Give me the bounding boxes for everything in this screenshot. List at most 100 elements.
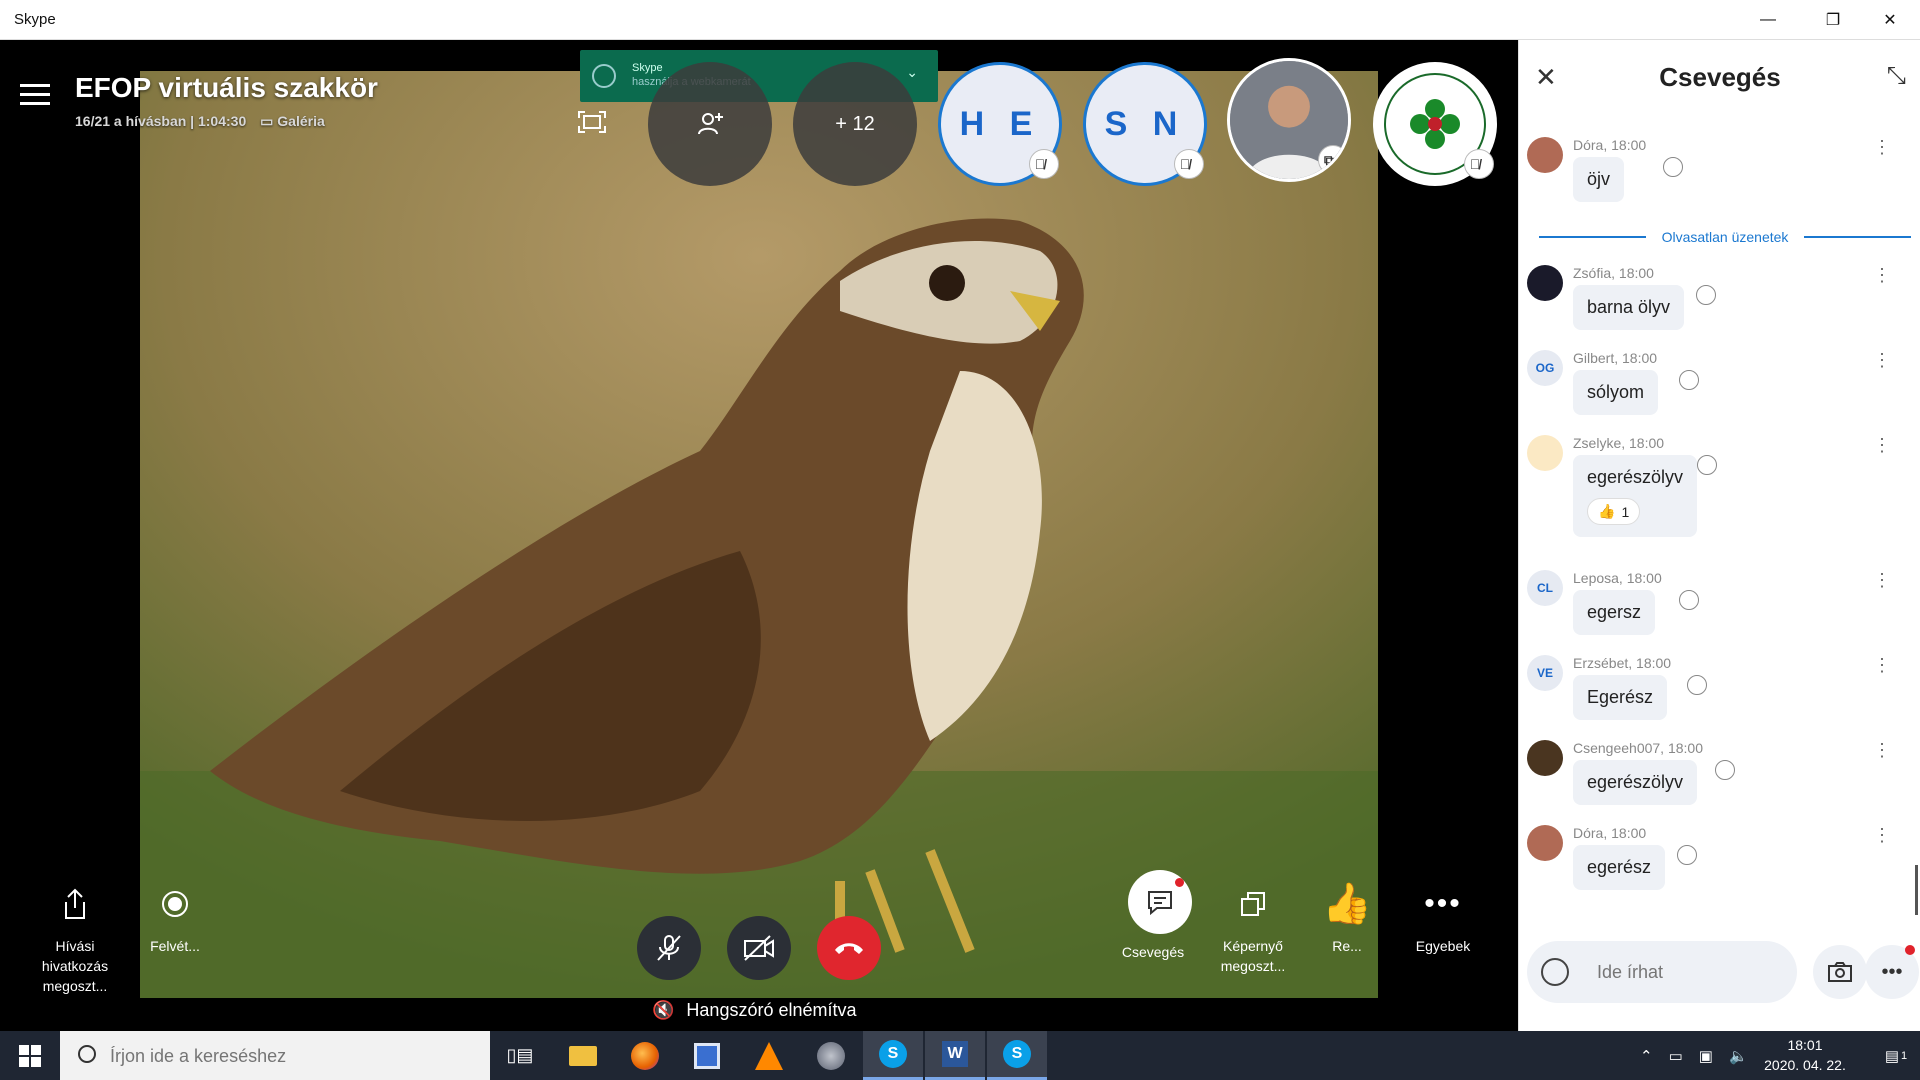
avatar[interactable] [1527,137,1563,173]
share-icon [25,880,125,928]
clock-date: 2020. 04. 22. [1764,1057,1846,1073]
add-reaction-icon[interactable] [1679,370,1699,390]
add-reaction-icon[interactable] [1663,157,1683,177]
reaction-badge[interactable]: 👍 1 [1587,498,1641,525]
add-person-icon [698,113,723,135]
gallery-icon: ▭ [260,113,274,129]
vlc-icon[interactable] [739,1031,799,1080]
word-icon[interactable]: W [925,1031,985,1080]
more-chat-options-button[interactable]: ••• [1865,945,1919,999]
more-options-button[interactable]: ••• Egyebek [1393,880,1493,956]
add-reaction-icon[interactable] [1696,285,1716,305]
message-text: egersz [1573,590,1656,635]
start-button[interactable] [0,1031,60,1080]
speaker-status: 🔇 Hangszóró elnémítva [652,1000,857,1021]
add-reaction-icon[interactable] [1679,590,1699,610]
menu-button[interactable] [20,84,50,108]
battery-icon[interactable]: ▭ [1669,1047,1683,1065]
avatar[interactable] [1527,825,1563,861]
taskbar-search[interactable] [60,1031,490,1080]
mic-muted-icon: 🎙̸ [1464,149,1494,179]
participant-tile-sn[interactable]: S N 🎙̸ [1083,62,1207,186]
add-reaction-icon[interactable] [1687,675,1707,695]
attach-media-button[interactable] [1813,945,1867,999]
firefox-icon[interactable] [615,1031,675,1080]
message-menu-icon[interactable]: ⋮ [1873,137,1891,158]
maximize-button[interactable]: ❐ [1805,0,1861,40]
message-text: öjv [1573,157,1625,202]
close-window-button[interactable]: ✕ [1862,0,1918,40]
call-area: EFOP virtuális szakkör 16/21 a hívásban … [0,40,1518,1031]
windows-icon [19,1044,41,1067]
avatar[interactable]: CL [1527,570,1563,606]
message-menu-icon[interactable]: ⋮ [1873,265,1891,286]
message-menu-icon[interactable]: ⋮ [1873,350,1891,371]
toggle-video-button[interactable] [727,916,791,980]
screen-share-icon [1203,880,1303,928]
message-menu-icon[interactable]: ⋮ [1873,435,1891,456]
mic-muted-icon: 🎙̸ [1029,149,1059,179]
avatar[interactable] [1527,740,1563,776]
chevron-up-icon[interactable]: ⌃ [1640,1047,1653,1065]
screen-share-button[interactable]: Képernyő megoszt... [1203,880,1303,976]
file-explorer-icon[interactable] [553,1031,613,1080]
participant-tile-logo[interactable]: 🎙̸ [1373,62,1497,186]
add-participant-button[interactable] [648,62,772,186]
notification-count: 1 [1901,1049,1908,1062]
chevron-down-icon[interactable]: ⌄ [906,64,918,81]
message-author: Dóra, 18:00 [1573,137,1647,153]
browser-icon[interactable] [801,1031,861,1080]
add-reaction-icon[interactable] [1677,845,1697,865]
message-menu-icon[interactable]: ⋮ [1873,825,1891,846]
avatar[interactable]: OG [1527,350,1563,386]
avatar[interactable] [1527,265,1563,301]
layout-switch-button[interactable] [577,110,623,138]
share-call-link-button[interactable]: Hívási hivatkozás megoszt... [25,880,125,996]
mute-mic-button[interactable] [637,916,701,980]
add-reaction-icon[interactable] [1715,760,1735,780]
view-mode[interactable]: Galéria [277,113,324,129]
search-input[interactable] [110,1041,470,1071]
more-options-label: Egyebek [1415,938,1471,954]
message-author: Zsófia, 18:00 [1573,265,1654,281]
call-status: 16/21 a hívásban | 1:04:30 ▭ Galéria [75,113,325,130]
task-view-icon[interactable]: ▯▤ [490,1031,550,1080]
fullscreen-icon [578,111,606,133]
add-reaction-icon[interactable] [1697,455,1717,475]
expand-icon[interactable]: ⤡ [1887,62,1906,90]
screen-share-label: Képernyő megoszt... [1220,938,1286,974]
ellipsis-icon: ••• [1424,887,1462,920]
save-app-icon[interactable] [677,1031,737,1080]
message-author: Gilbert, 18:00 [1573,350,1658,366]
record-icon [125,880,225,928]
message-author: Leposa, 18:00 [1573,570,1662,586]
skype-icon[interactable]: S [987,1031,1047,1080]
more-participants-button[interactable]: + 12 [793,62,917,186]
chat-scrollbar[interactable] [1915,865,1918,915]
message-author: Zselyke, 18:00 [1573,435,1665,451]
pop-out-icon[interactable]: ⧉ [1318,145,1348,175]
chat-title: Csevegés [1659,62,1781,92]
network-icon[interactable]: ▣ [1699,1047,1713,1065]
participant-initials: S N [1104,104,1186,143]
message-input[interactable] [1597,955,1777,989]
clock[interactable]: 18:01 2020. 04. 22. [1740,1035,1870,1075]
avatar[interactable]: VE [1527,655,1563,691]
message-text: egerész [1573,845,1666,890]
participant-tile-video[interactable]: ⧉ [1227,58,1351,182]
end-call-button[interactable] [817,916,881,980]
message-menu-icon[interactable]: ⋮ [1873,570,1891,591]
participant-tile-he[interactable]: H E 🎙̸ [938,62,1062,186]
message-menu-icon[interactable]: ⋮ [1873,655,1891,676]
action-center-button[interactable]: ▤ 1 [1872,1031,1920,1080]
record-button[interactable]: Felvét... [125,880,225,956]
message-author: Csengeeh007, 18:00 [1573,740,1703,756]
avatar[interactable] [1527,435,1563,471]
react-button[interactable]: 👍 Re... [1297,880,1397,956]
minimize-button[interactable]: — [1740,0,1796,40]
hawk-image [140,71,1378,998]
skype-icon[interactable]: S [863,1031,923,1080]
chat-button[interactable]: Csevegés [1103,870,1203,962]
message-menu-icon[interactable]: ⋮ [1873,740,1891,761]
emoji-icon[interactable] [1541,958,1569,986]
